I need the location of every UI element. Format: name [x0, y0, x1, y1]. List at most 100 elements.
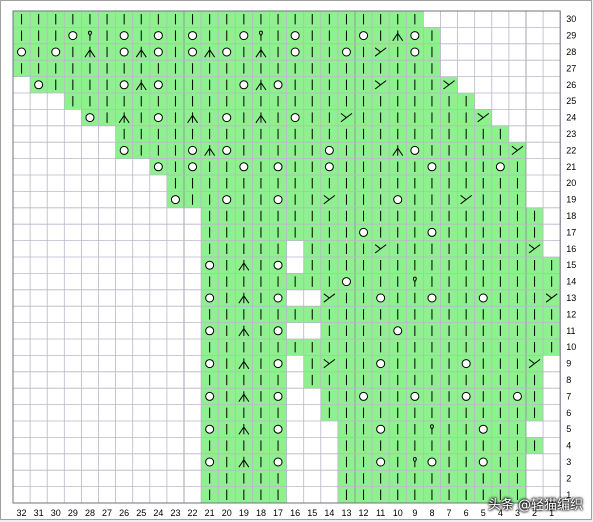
knitting-chart: 3029282726252423222120191817161514131211…	[12, 10, 576, 518]
yarn-over-symbol	[273, 162, 283, 172]
row-number: 17	[566, 227, 576, 237]
yarn-over-symbol	[205, 326, 215, 336]
yarn-over-symbol	[273, 260, 283, 270]
row-number: 12	[566, 309, 576, 319]
column-number: 31	[34, 508, 44, 518]
column-number: 18	[256, 508, 266, 518]
yarn-over-symbol	[153, 47, 163, 57]
yarn-over-symbol	[376, 424, 386, 434]
yarn-over-symbol	[34, 80, 44, 90]
row-number: 29	[566, 31, 576, 41]
yarn-over-symbol	[17, 47, 27, 57]
column-number: 30	[51, 508, 61, 518]
yarn-over-symbol	[239, 162, 249, 172]
yarn-over-symbol	[427, 162, 437, 172]
column-number: 15	[307, 508, 317, 518]
yarn-over-symbol	[153, 31, 163, 41]
row-number: 18	[566, 211, 576, 221]
yarn-over-symbol	[478, 293, 488, 303]
yarn-over-symbol	[85, 113, 95, 123]
row-number: 3	[566, 457, 571, 467]
yarn-over-symbol	[324, 162, 334, 172]
yarn-over-symbol	[410, 391, 420, 401]
yarn-over-symbol	[273, 457, 283, 467]
yarn-over-symbol	[376, 359, 386, 369]
yarn-over-symbol	[427, 457, 437, 467]
yarn-over-symbol	[119, 145, 129, 155]
yarn-over-symbol	[153, 113, 163, 123]
column-number: 20	[222, 508, 232, 518]
yarn-over-symbol	[205, 293, 215, 303]
yarn-over-symbol	[188, 47, 198, 57]
row-number: 24	[566, 113, 576, 123]
row-number: 9	[566, 359, 571, 369]
yarn-over-symbol	[239, 31, 249, 41]
column-number: 7	[447, 508, 452, 518]
row-number: 23	[566, 129, 576, 139]
yarn-over-symbol	[393, 195, 403, 205]
yarn-over-symbol	[205, 457, 215, 467]
yarn-over-symbol	[188, 31, 198, 41]
column-number: 22	[188, 508, 198, 518]
yarn-over-symbol	[205, 424, 215, 434]
column-number: 29	[68, 508, 78, 518]
column-number: 9	[412, 508, 417, 518]
row-number: 11	[566, 326, 575, 336]
yarn-over-symbol	[68, 31, 78, 41]
yarn-over-symbol	[341, 277, 351, 287]
row-number: 27	[566, 63, 576, 73]
yarn-over-symbol	[495, 162, 505, 172]
row-number: 7	[566, 391, 571, 401]
yarn-over-symbol	[205, 391, 215, 401]
column-number: 27	[102, 508, 112, 518]
yarn-over-symbol	[205, 260, 215, 270]
yarn-over-symbol	[222, 47, 232, 57]
yarn-over-symbol	[376, 457, 386, 467]
column-number: 21	[205, 508, 215, 518]
yarn-over-symbol	[119, 31, 129, 41]
yarn-over-symbol	[119, 47, 129, 57]
yarn-over-symbol	[461, 391, 471, 401]
column-number: 11	[376, 508, 385, 518]
row-number: 15	[566, 260, 576, 270]
yarn-over-symbol	[290, 31, 300, 41]
chart-window: 30 29 28 27 26 25 24 23 22 21 20 19 18 17 16 15 14 13 12 11…	[0, 0, 592, 520]
row-number: 30	[566, 14, 576, 24]
yarn-over-symbol	[290, 47, 300, 57]
yarn-over-symbol	[119, 80, 129, 90]
yarn-over-symbol	[341, 47, 351, 57]
yarn-over-symbol	[239, 80, 249, 90]
column-number: 26	[119, 508, 129, 518]
column-number: 32	[17, 508, 27, 518]
yarn-over-symbol	[290, 113, 300, 123]
yarn-over-symbol	[153, 80, 163, 90]
yarn-over-symbol	[359, 227, 369, 237]
row-number: 25	[566, 96, 576, 106]
column-number: 14	[324, 508, 334, 518]
row-number: 20	[566, 178, 576, 188]
column-number: 17	[273, 508, 283, 518]
yarn-over-symbol	[512, 391, 522, 401]
yarn-over-symbol	[222, 113, 232, 123]
column-number: 10	[393, 508, 403, 518]
row-number: 21	[566, 162, 576, 172]
yarn-over-symbol	[461, 359, 471, 369]
yarn-over-symbol	[273, 195, 283, 205]
row-number: 16	[566, 244, 576, 254]
yarn-over-symbol	[273, 424, 283, 434]
yarn-over-symbol	[170, 195, 180, 205]
column-number: 24	[153, 508, 163, 518]
row-number: 4	[566, 441, 571, 451]
row-number: 2	[566, 473, 571, 483]
column-number: 16	[290, 508, 300, 518]
yarn-over-symbol	[188, 162, 198, 172]
column-number: 5	[481, 508, 486, 518]
row-number: 10	[566, 342, 576, 352]
row-number: 14	[566, 277, 576, 287]
column-number: 6	[464, 508, 469, 518]
yarn-over-symbol	[410, 145, 420, 155]
row-number: 5	[566, 424, 571, 434]
yarn-over-symbol	[273, 391, 283, 401]
column-number: 28	[85, 508, 95, 518]
column-number: 23	[170, 508, 180, 518]
